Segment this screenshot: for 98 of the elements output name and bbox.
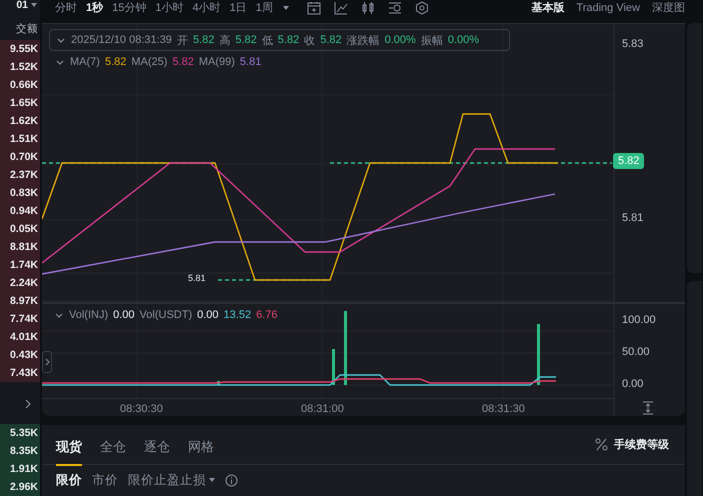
sell-amount: 1.52K — [0, 58, 40, 76]
ma-label: MA(25) — [131, 56, 168, 68]
market-tab[interactable]: 全仓 — [100, 428, 126, 466]
line-chart-icon[interactable] — [334, 0, 348, 14]
view-tab[interactable]: Trading View — [576, 0, 640, 15]
field-label: 涨跌幅 — [346, 34, 380, 48]
buy-amount: 2.96K — [0, 478, 40, 496]
market-tab[interactable]: 现货 — [56, 428, 82, 466]
field-label: 振幅 — [420, 34, 443, 48]
sell-amount: 0.70K — [0, 148, 40, 166]
settings-icon[interactable] — [414, 0, 429, 14]
sell-amount: 7.43K — [0, 364, 40, 382]
buy-amount: 5.35K — [0, 424, 40, 442]
sell-amount: 0.43K — [0, 346, 40, 364]
volume-value: 0.00 — [113, 309, 135, 321]
sell-amount: 0.05K — [0, 220, 40, 238]
field-label: 低 — [262, 34, 273, 48]
ma-value: 5.82 — [172, 56, 194, 68]
chevron-icon[interactable] — [55, 58, 65, 66]
time-tick: 08:31:00 — [301, 403, 344, 415]
volume-label: Vol(USDT) — [140, 309, 192, 321]
indicator-icon[interactable] — [388, 0, 402, 14]
chevron-icon[interactable] — [56, 36, 66, 44]
sell-amount: 2.37K — [0, 166, 40, 184]
sell-amount: 1.62K — [0, 112, 40, 130]
pair-label[interactable]: 01 — [16, 0, 28, 12]
sell-amount: 0.66K — [0, 76, 40, 94]
field-label: 高 — [219, 34, 230, 48]
volume-bar — [217, 381, 220, 385]
volume-value: 0.00 — [197, 309, 219, 321]
sell-amount: 8.97K — [0, 292, 40, 310]
info-icon[interactable] — [225, 474, 238, 486]
order-type-tab[interactable]: 限价止盈止损 — [128, 472, 215, 488]
volume-ma-value: 6.76 — [256, 309, 278, 321]
sell-amount: 1.65K — [0, 94, 40, 112]
time-tick: 08:31:30 — [482, 403, 525, 415]
view-tab[interactable]: 基本版 — [531, 0, 564, 15]
volume-tick: 0.00 — [622, 378, 644, 390]
field-label: 收 — [304, 34, 316, 48]
field-value: 5.82 — [320, 34, 342, 46]
ma-label: MA(7) — [70, 56, 100, 68]
interval-tab[interactable]: 分时 — [55, 0, 77, 15]
field-label: 开 — [176, 34, 188, 48]
interval-tab[interactable]: 1小时 — [155, 0, 184, 15]
price-tick: 5.83 — [622, 38, 644, 50]
buy-amount: 1.91K — [0, 460, 40, 478]
price-tick: 5.81 — [622, 212, 644, 224]
interval-tab[interactable]: 1周 — [256, 0, 273, 15]
market-tab[interactable]: 逐仓 — [144, 428, 170, 466]
fee-level-link[interactable]: 手续费等级 — [614, 437, 669, 452]
ma-value: 5.82 — [104, 56, 126, 68]
interval-tab[interactable]: 4小时 — [192, 0, 221, 15]
expand-icon[interactable] — [24, 399, 32, 410]
sell-amount: 1.51K — [0, 130, 40, 148]
buy-amount: 8.35K — [0, 442, 40, 460]
time-tick: 08:30:30 — [120, 403, 163, 415]
ma-value: 5.81 — [240, 56, 262, 68]
calendar-icon[interactable] — [306, 0, 321, 14]
caret-icon[interactable] — [30, 1, 38, 10]
sell-amount: 0.83K — [0, 184, 40, 202]
sell-amount: 4.01K — [0, 328, 40, 346]
field-value: 5.82 — [235, 34, 257, 46]
order-type-tab[interactable]: 市价 — [92, 472, 118, 488]
volume-ma-value: 13.52 — [224, 309, 252, 321]
volume-tick: 50.00 — [622, 346, 650, 358]
volume-bar — [332, 349, 335, 385]
sell-amount: 0.94K — [0, 202, 40, 220]
sell-amount: 1.74K — [0, 256, 40, 274]
market-tab[interactable]: 网格 — [188, 428, 214, 466]
chevron-icon[interactable] — [54, 310, 64, 320]
caret-icon[interactable] — [282, 4, 290, 12]
field-value: 0.00% — [384, 34, 416, 46]
sell-amount: 8.81K — [0, 238, 40, 256]
volume-bar — [537, 324, 540, 385]
interval-tab[interactable]: 15分钟 — [112, 0, 146, 15]
caret-icon — [209, 476, 215, 484]
field-value: 0.00% — [448, 34, 480, 46]
ma-label: MA(99) — [198, 56, 235, 68]
column-header: 交额 — [15, 22, 39, 38]
collapse-button[interactable] — [42, 351, 52, 373]
interval-tab[interactable]: 1日 — [230, 0, 247, 15]
candle-time: 2025/12/10 08:31:39 — [71, 34, 172, 46]
interval-tab[interactable]: 1秒 — [86, 0, 104, 15]
percent-icon — [595, 438, 608, 451]
current-price-badge: 5.82 — [613, 153, 644, 169]
field-value: 5.82 — [192, 34, 214, 46]
sell-amount: 9.55K — [0, 40, 40, 58]
field-value: 5.82 — [278, 34, 300, 46]
sell-amount: 2.24K — [0, 274, 40, 292]
low-price-label: 5.81 — [188, 273, 206, 283]
chevron-icon — [44, 358, 50, 366]
volume-tick: 100.00 — [622, 314, 656, 326]
volume-label: Vol(INJ) — [69, 309, 108, 321]
candlestick-icon[interactable] — [360, 0, 375, 14]
fit-icon[interactable] — [642, 401, 654, 415]
sell-amount: 7.74K — [0, 310, 40, 328]
order-type-tab[interactable]: 限价 — [56, 472, 82, 488]
view-tab[interactable]: 深度图 — [652, 0, 685, 15]
